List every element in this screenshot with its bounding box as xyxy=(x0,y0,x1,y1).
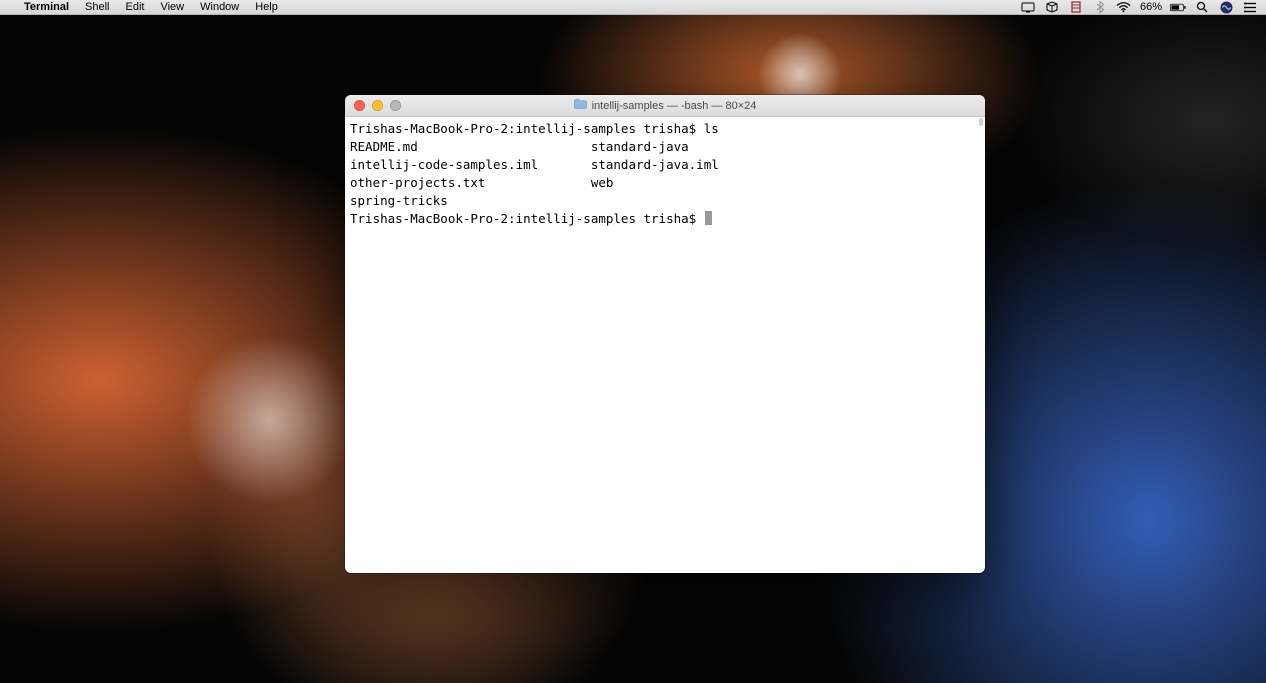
menu-edit[interactable]: Edit xyxy=(118,1,153,13)
terminal-prompt: Trishas-MacBook-Pro-2:intellij-samples t… xyxy=(350,211,704,226)
terminal-line: spring-tricks xyxy=(350,193,448,208)
siri-icon[interactable] xyxy=(1218,0,1234,14)
terminal-window[interactable]: intellij-samples — -bash — 80×24 Trishas… xyxy=(345,95,985,573)
notification-center-icon[interactable] xyxy=(1242,0,1258,14)
spotlight-icon[interactable] xyxy=(1194,0,1210,14)
menu-view[interactable]: View xyxy=(152,1,192,13)
terminal-line: intellij-code-samples.iml standard-java.… xyxy=(350,157,719,172)
window-title: intellij-samples — -bash — 80×24 xyxy=(592,100,757,112)
menu-app-name[interactable]: Terminal xyxy=(16,1,77,13)
terminal-line: README.md standard-java xyxy=(350,139,689,154)
window-titlebar[interactable]: intellij-samples — -bash — 80×24 xyxy=(345,95,985,117)
wifi-icon[interactable] xyxy=(1116,0,1132,14)
battery-icon[interactable] xyxy=(1170,0,1186,14)
terminal-line: other-projects.txt web xyxy=(350,175,613,190)
window-minimize-button[interactable] xyxy=(372,100,383,111)
battery-percentage: 66% xyxy=(1140,1,1162,13)
terminal-content[interactable]: Trishas-MacBook-Pro-2:intellij-samples t… xyxy=(345,117,985,231)
folder-icon xyxy=(574,99,587,112)
menubar: Terminal Shell Edit View Window Help 66% xyxy=(0,0,1266,15)
terminal-cursor xyxy=(705,211,712,225)
window-close-button[interactable] xyxy=(354,100,365,111)
window-zoom-button[interactable] xyxy=(390,100,401,111)
scrollbar[interactable] xyxy=(979,117,983,571)
terminal-line: Trishas-MacBook-Pro-2:intellij-samples t… xyxy=(350,121,719,136)
menu-window[interactable]: Window xyxy=(192,1,247,13)
display-menu-icon[interactable] xyxy=(1020,0,1036,14)
stack-menu-icon[interactable] xyxy=(1068,0,1084,14)
menu-help[interactable]: Help xyxy=(247,1,286,13)
box-menu-icon[interactable] xyxy=(1044,0,1060,14)
bluetooth-icon[interactable] xyxy=(1092,0,1108,14)
menu-shell[interactable]: Shell xyxy=(77,1,117,13)
